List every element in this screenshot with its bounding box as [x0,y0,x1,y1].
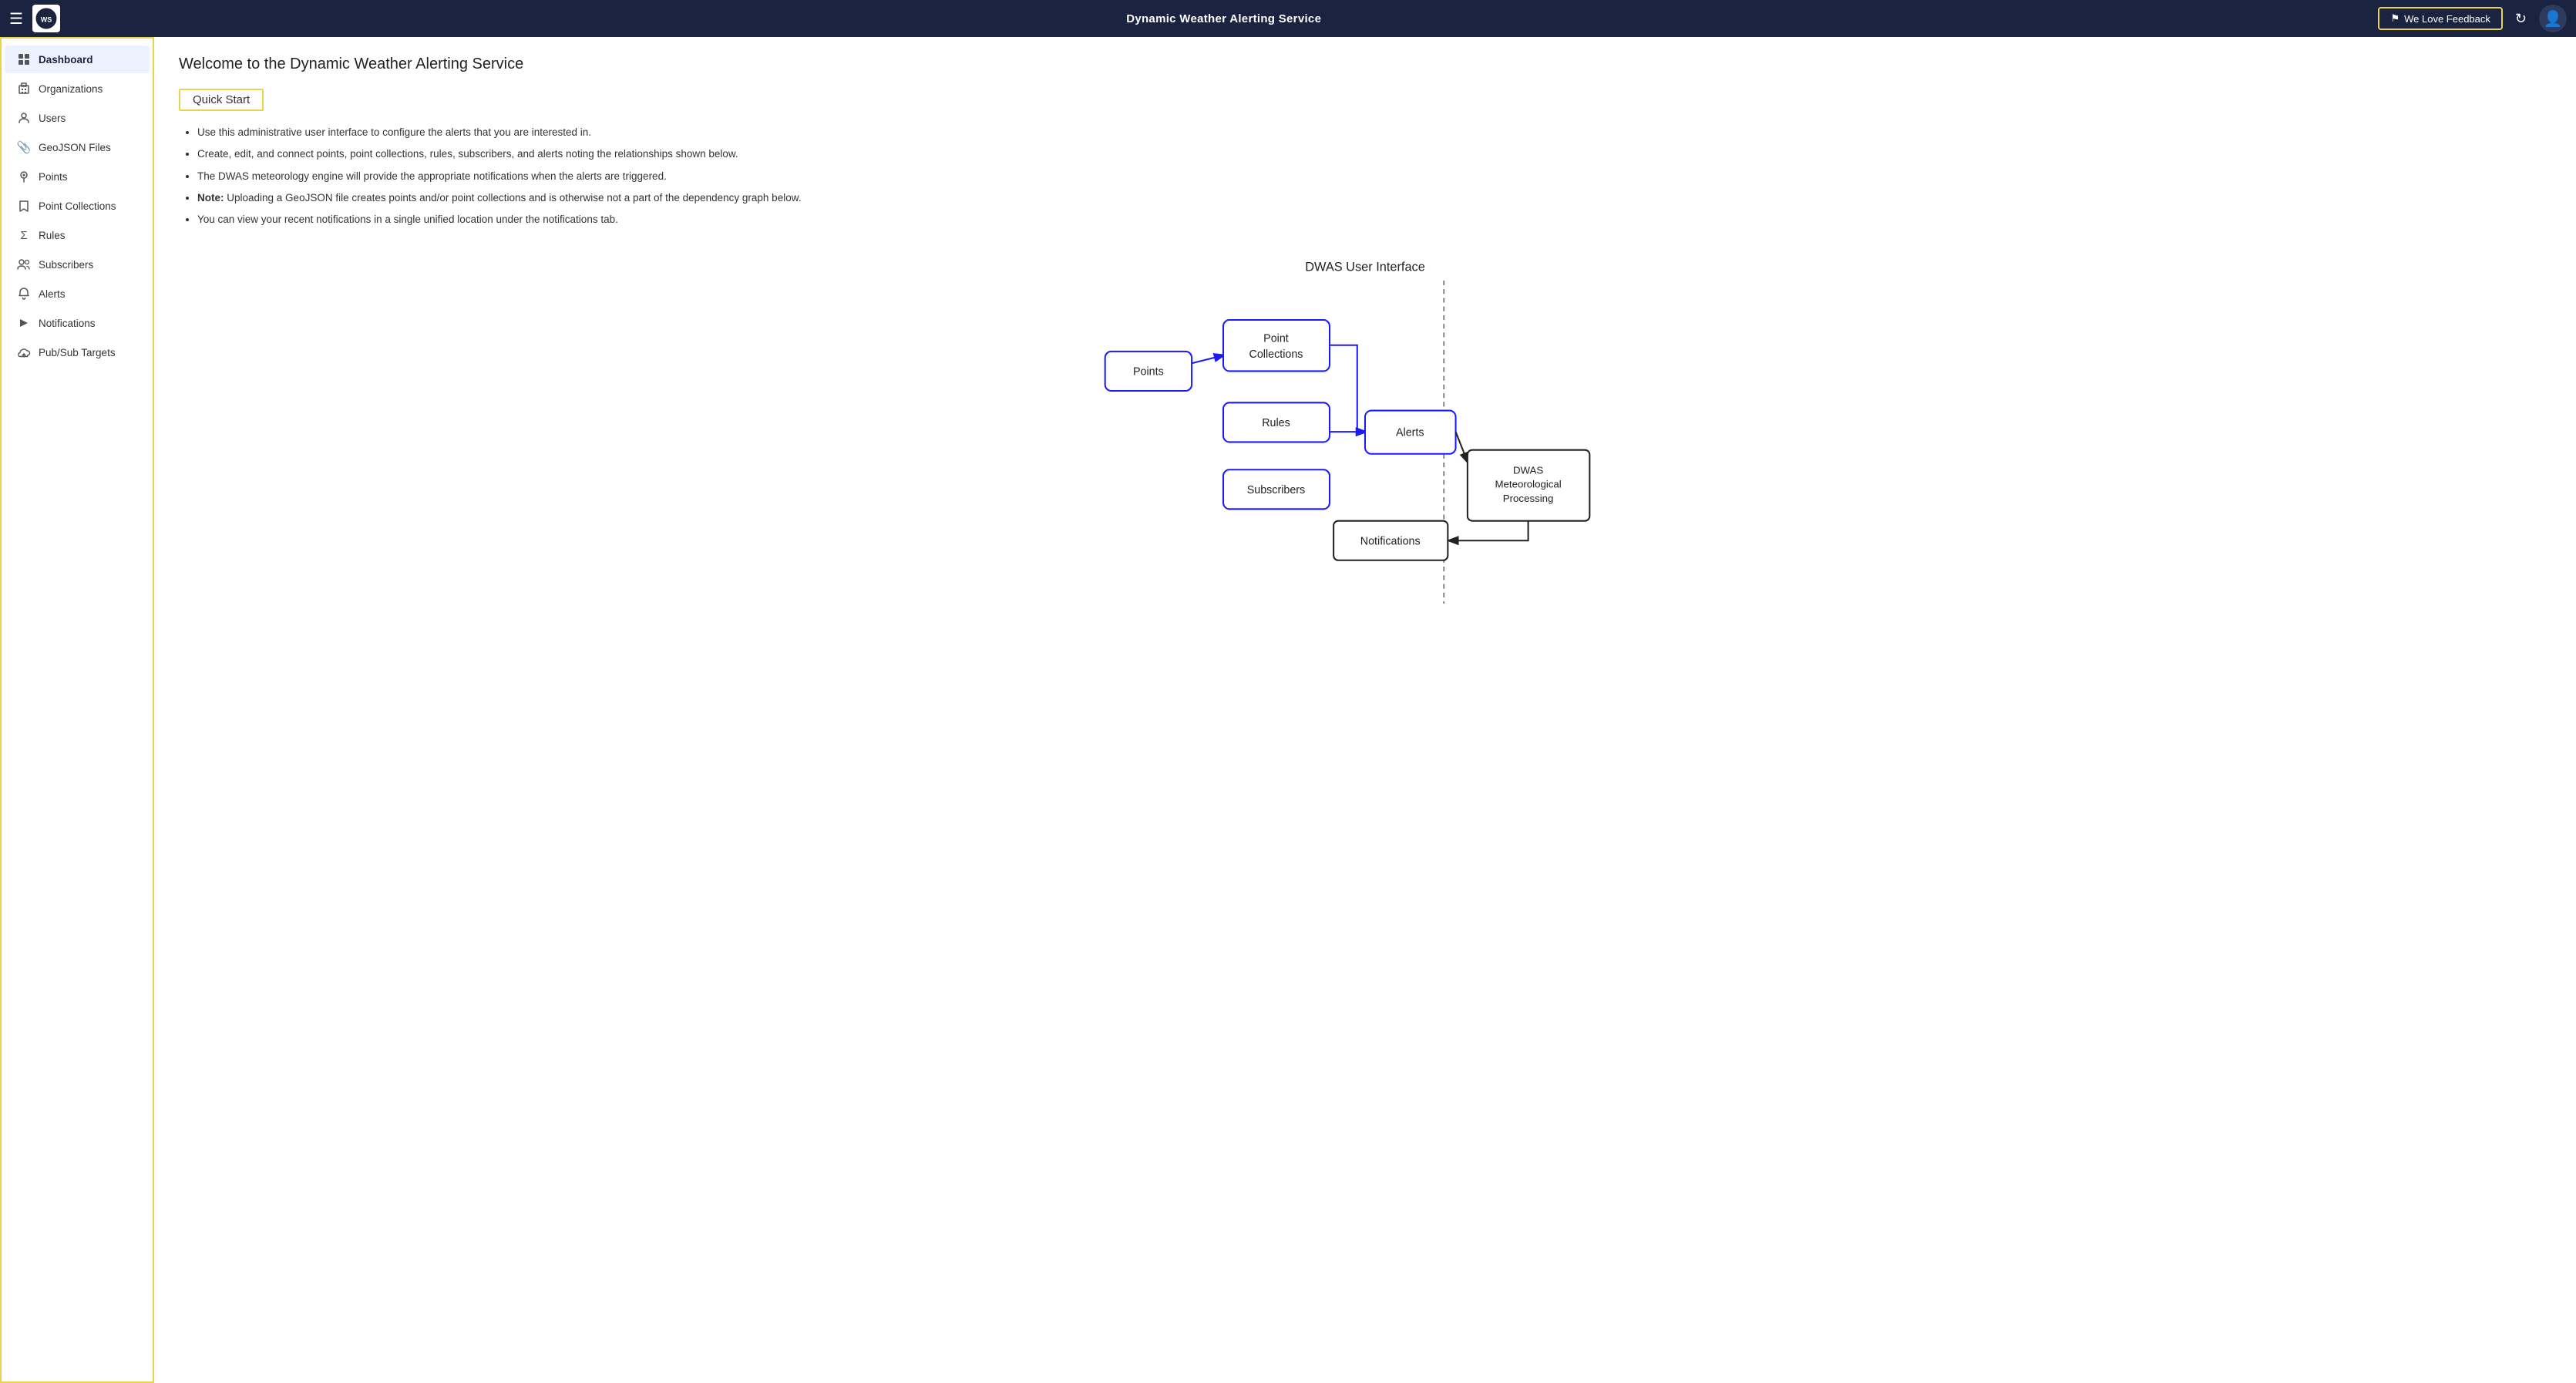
topnav: ☰ WS Dynamic Weather Alerting Service ⚑ … [0,0,2576,37]
welcome-title: Welcome to the Dynamic Weather Alerting … [179,56,2551,73]
bullet-item-2: Create, edit, and connect points, point … [197,146,2551,162]
paperclip-icon: 📎 [17,140,31,154]
person-icon [17,111,31,125]
sidebar-item-dashboard[interactable]: Dashboard [5,45,150,73]
sidebar-label-pubsub: Pub/Sub Targets [39,347,116,358]
diagram-title: DWAS User Interface [1305,261,1425,274]
grid-icon [17,52,31,66]
sidebar-label-alerts: Alerts [39,288,66,300]
flag-icon: ⚑ [2390,12,2399,25]
cloud-upload-icon [17,345,31,359]
menu-icon[interactable]: ☰ [9,9,23,29]
people-icon [17,257,31,271]
sidebar-item-notifications[interactable]: Notifications [5,309,150,337]
sidebar-item-point-collections[interactable]: Point Collections [5,192,150,220]
page-title: Dynamic Weather Alerting Service [69,12,2379,25]
sidebar-label-organizations: Organizations [39,83,103,95]
diagram-svg: DWAS User Interface Points Point Collect… [1057,249,1673,604]
diagram-label-alerts: Alerts [1396,427,1424,439]
bookmark-icon [17,199,31,213]
bullet-item-5: You can view your recent notifications i… [197,212,2551,227]
diagram-container: DWAS User Interface Points Point Collect… [179,249,2551,604]
sidebar-label-subscribers: Subscribers [39,259,93,271]
diagram-label-subscribers: Subscribers [1247,484,1306,496]
sidebar-item-geojson[interactable]: 📎 GeoJSON Files [5,133,150,161]
sidebar-label-points: Points [39,171,68,183]
logo: WS [32,5,60,32]
arrow-right-icon [17,316,31,330]
sidebar-label-rules: Rules [39,230,66,241]
refresh-button[interactable]: ↻ [2509,8,2533,30]
svg-text:Processing: Processing [1503,493,1554,504]
sidebar-item-pubsub[interactable]: Pub/Sub Targets [5,338,150,366]
sidebar-label-notifications: Notifications [39,318,96,329]
sidebar-item-rules[interactable]: Σ Rules [5,221,150,249]
sidebar-item-alerts[interactable]: Alerts [5,280,150,308]
user-button[interactable]: 👤 [2539,5,2567,32]
bullet-item-3: The DWAS meteorology engine will provide… [197,169,2551,184]
sidebar-item-users[interactable]: Users [5,104,150,132]
sigma-icon: Σ [17,228,31,242]
app-body: Dashboard Organizations [0,37,2576,1383]
bullet-item-4: Note: Uploading a GeoJSON file creates p… [197,190,2551,206]
building-icon [17,82,31,96]
sidebar-item-subscribers[interactable]: Subscribers [5,251,150,278]
svg-text:DWAS: DWAS [1513,465,1543,476]
svg-text:Point: Point [1263,333,1289,345]
bullet-item-1: Use this administrative user interface t… [197,125,2551,140]
sidebar-label-users: Users [39,113,66,124]
pin-icon [17,170,31,183]
svg-text:Meteorological: Meteorological [1495,479,1561,490]
diagram-label-points: Points [1133,366,1164,379]
sidebar-item-points[interactable]: Points [5,163,150,190]
user-icon: 👤 [2544,9,2563,29]
feedback-button[interactable]: ⚑ We Love Feedback [2378,7,2502,30]
svg-text:Collections: Collections [1249,348,1303,361]
sidebar-label-point-collections: Point Collections [39,200,116,212]
quick-start-badge: Quick Start [179,89,264,111]
sidebar-label-geojson: GeoJSON Files [39,142,111,153]
main-content: Welcome to the Dynamic Weather Alerting … [154,37,2576,1383]
sidebar-item-organizations[interactable]: Organizations [5,75,150,103]
sidebar: Dashboard Organizations [0,37,154,1383]
bell-icon [17,287,31,301]
bullet-list: Use this administrative user interface t… [179,125,2551,227]
sidebar-label-dashboard: Dashboard [39,54,93,66]
diagram-label-rules: Rules [1262,417,1290,429]
svg-text:WS: WS [41,16,52,24]
topnav-actions: ⚑ We Love Feedback ↻ 👤 [2378,5,2567,32]
diagram-label-notifications: Notifications [1360,536,1421,548]
